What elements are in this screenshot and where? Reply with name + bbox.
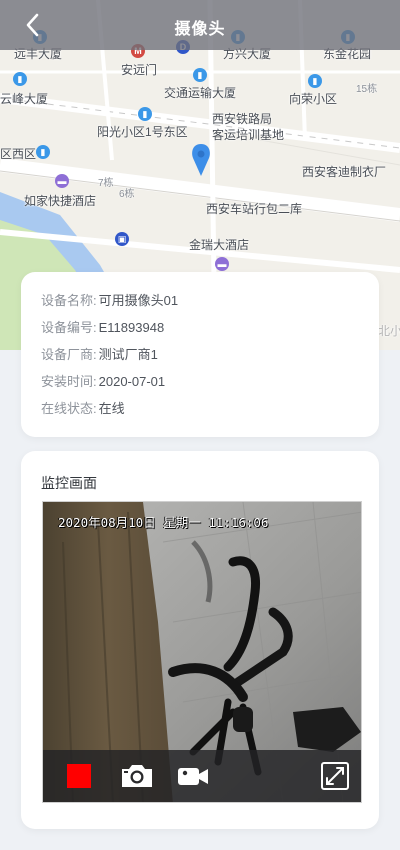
snapshot-button[interactable] [119,761,155,791]
map-poi-icon: ▮ [193,68,207,82]
info-row-serial: 设备编号: E11893948 [21,319,379,346]
info-label: 在线状态: [41,401,97,416]
map-label: 6栋 [119,189,135,200]
map-label: 如家快捷酒店 [24,194,97,208]
map-label: 北小 [378,324,400,338]
info-row-status: 在线状态: 在线 [21,400,379,427]
map-label: 阳光小区1号东区 [97,125,188,139]
device-info-card: 设备名称: 可用摄像头01 设备编号: E11893948 设备厂商: 测试厂商1 安… [21,272,379,437]
map-label: 向荣小区 [289,92,338,106]
info-row-vendor: 设备厂商: 测试厂商1 [21,346,379,373]
map-poi-icon: ▮ [138,107,152,121]
map-label: 西安车站行包二库 [206,202,303,216]
info-row-name: 设备名称: 可用摄像头01 [21,292,379,319]
video-player[interactable]: 2020年08月10日 星期一 11:16:06 [42,501,362,803]
video-camera-icon [178,768,208,785]
map-label: 客运培训基地 [212,128,285,142]
info-value: 在线 [98,401,125,416]
monitor-card: 监控画面 2020年08月10日 星期一 11:16:06 [21,451,379,829]
map-poi-icon: ▮ [13,72,27,86]
camera-icon [122,765,152,787]
fullscreen-button[interactable] [320,761,350,791]
map-label: 区西区 [0,147,37,161]
map-label: 西安客迪制衣厂 [302,165,387,179]
hotel-icon: ▬ [55,174,69,188]
info-value: 可用摄像头01 [98,293,179,308]
info-label: 设备厂商: [41,347,97,362]
map-label: 7栋 [98,178,114,189]
hotel-icon: ▬ [215,257,229,271]
info-label: 设备编号: [41,320,97,335]
info-row-install-date: 安装时间: 2020-07-01 [21,373,379,400]
info-value: 2020-07-01 [98,374,166,389]
map-poi-icon: ▮ [308,74,322,88]
map-label: 安远门 [121,63,158,77]
map-poi-icon: ▮ [36,145,50,159]
monitor-title: 监控画面 [41,475,97,491]
info-value: 测试厂商1 [98,347,158,362]
map-label: 西安铁路局 [212,112,273,126]
map-label: 15栋 [356,84,378,95]
info-label: 安装时间: [41,374,97,389]
info-label: 设备名称: [41,293,97,308]
info-value: E11893948 [98,320,165,335]
map-label: 云峰大厦 [0,92,49,106]
record-button[interactable] [175,761,211,791]
location-marker-icon [192,144,210,176]
page-title: 摄像头 [174,21,226,38]
map-label: 金瑞大酒店 [189,238,250,252]
video-control-bar [43,750,361,802]
fullscreen-icon [321,762,349,790]
bus-icon: ▣ [115,232,129,246]
stop-button[interactable] [67,764,91,788]
video-timestamp: 2020年08月10日 星期一 11:16:06 [58,515,269,530]
map-label: 交通运输大厦 [164,86,237,100]
nav-header: 摄像头 [0,0,400,50]
